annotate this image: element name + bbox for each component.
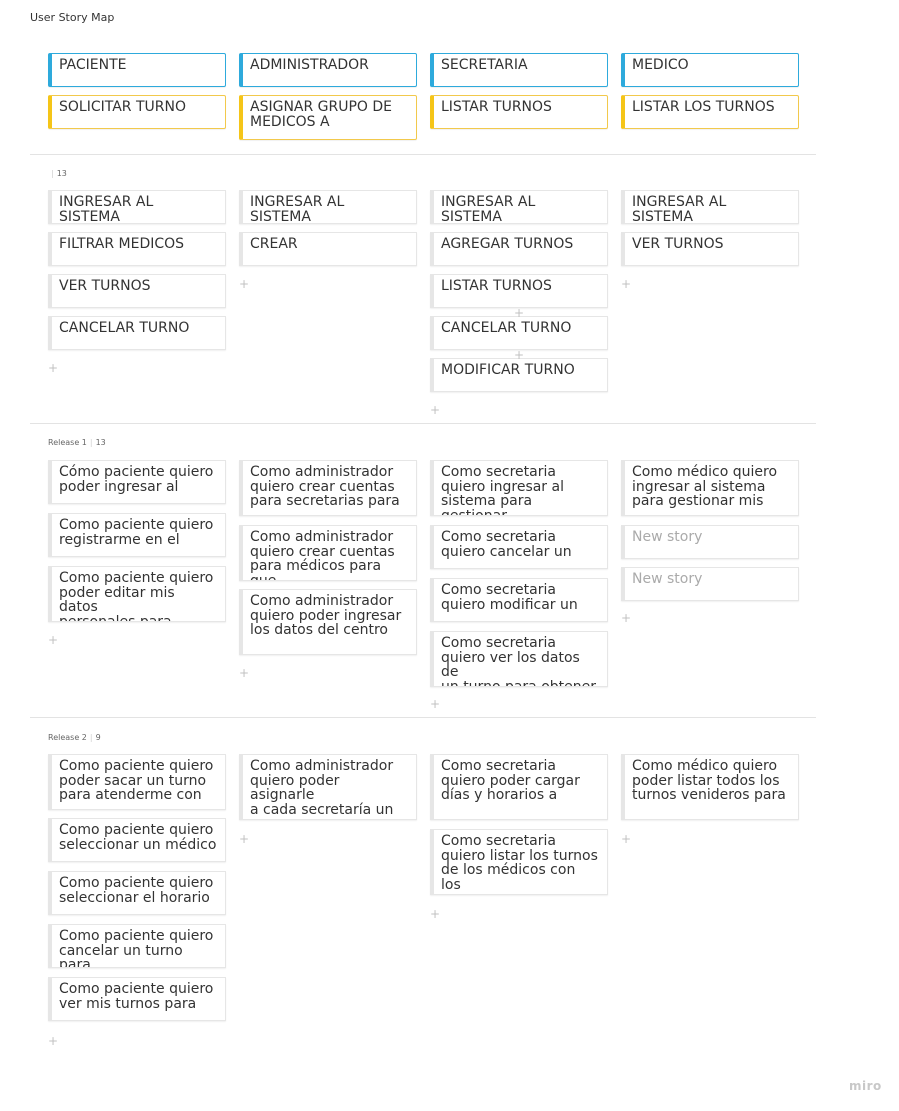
story-card[interactable]: INGRESAR AL SISTEMA — [239, 190, 417, 224]
release-label: Release 1 | 13 — [48, 438, 106, 447]
story-card[interactable]: Como secretaria quiero listar los turnos… — [430, 829, 608, 895]
story-card[interactable]: LISTAR TURNOS — [430, 274, 608, 308]
story-card[interactable]: Como secretaria quiero ver los datos de … — [430, 631, 608, 687]
story-card[interactable]: Como médico quiero poder listar todos lo… — [621, 754, 799, 820]
new-story-card[interactable]: New story — [621, 525, 799, 559]
insert-story-plus-icon[interactable]: + — [514, 307, 524, 319]
story-card[interactable]: INGRESAR AL SISTEMA — [430, 190, 608, 224]
story-card[interactable]: CANCELAR TURNO — [48, 316, 226, 350]
story-card[interactable]: Como médico quiero ingresar al sistema p… — [621, 460, 799, 516]
insert-story-plus-icon[interactable]: + — [514, 349, 524, 361]
add-story-plus-icon[interactable]: + — [430, 908, 440, 920]
release-name: Release 2 — [48, 733, 87, 742]
story-card[interactable]: MODIFICAR TURNO — [430, 358, 608, 392]
release-separator — [30, 423, 816, 424]
release-label: Release 2 | 9 — [48, 733, 101, 742]
add-story-plus-icon[interactable]: + — [239, 278, 249, 290]
board-title: User Story Map — [30, 11, 115, 24]
story-card[interactable]: Cómo paciente quiero poder ingresar al — [48, 460, 226, 504]
new-story-card[interactable]: New story — [621, 567, 799, 601]
release-label: | 13 — [48, 169, 67, 178]
story-card[interactable]: Como administrador quiero crear cuentas … — [239, 525, 417, 581]
story-card[interactable]: Como administrador quiero poder ingresar… — [239, 589, 417, 655]
story-card[interactable]: Como secretaria quiero poder cargar días… — [430, 754, 608, 820]
release-name: Release 1 — [48, 438, 87, 447]
release-divider: | — [89, 438, 93, 447]
story-card[interactable]: Como paciente quiero registrarme en el — [48, 513, 226, 557]
story-card[interactable]: Como secretaria quiero ingresar al siste… — [430, 460, 608, 516]
add-story-plus-icon[interactable]: + — [48, 362, 58, 374]
story-card[interactable]: Como secretaria quiero cancelar un — [430, 525, 608, 569]
story-card[interactable]: INGRESAR AL SISTEMA — [621, 190, 799, 224]
task-card-administrador[interactable]: ASIGNAR GRUPO DE MEDICOS A — [239, 95, 417, 140]
activity-card-administrador[interactable]: ADMINISTRADOR — [239, 53, 417, 87]
release-count: 13 — [95, 438, 106, 447]
task-card-paciente[interactable]: SOLICITAR TURNO — [48, 95, 226, 129]
story-card[interactable]: VER TURNOS — [48, 274, 226, 308]
release-divider: | — [51, 169, 54, 178]
story-card[interactable]: Como paciente quiero cancelar un turno p… — [48, 924, 226, 968]
activity-card-medico[interactable]: MEDICO — [621, 53, 799, 87]
release-count: 13 — [56, 169, 67, 178]
add-story-plus-icon[interactable]: + — [239, 833, 249, 845]
story-card[interactable]: CREAR — [239, 232, 417, 266]
release-separator — [30, 154, 816, 155]
story-card[interactable]: Como paciente quiero poder sacar un turn… — [48, 754, 226, 810]
story-card[interactable]: Como secretaria quiero modificar un — [430, 578, 608, 622]
release-separator — [30, 717, 816, 718]
release-count: 9 — [95, 733, 101, 742]
activity-card-paciente[interactable]: PACIENTE — [48, 53, 226, 87]
add-story-plus-icon[interactable]: + — [621, 612, 631, 624]
task-card-secretaria[interactable]: LISTAR TURNOS — [430, 95, 608, 129]
add-story-plus-icon[interactable]: + — [48, 1035, 58, 1047]
story-card[interactable]: FILTRAR MEDICOS — [48, 232, 226, 266]
miro-logo: miro — [849, 1079, 882, 1093]
add-story-plus-icon[interactable]: + — [621, 278, 631, 290]
release-divider: | — [89, 733, 93, 742]
task-card-medico[interactable]: LISTAR LOS TURNOS — [621, 95, 799, 129]
story-card[interactable]: Como paciente quiero ver mis turnos para — [48, 977, 226, 1021]
story-card[interactable]: INGRESAR AL SISTEMA — [48, 190, 226, 224]
add-story-plus-icon[interactable]: + — [430, 698, 440, 710]
story-card[interactable]: Como administrador quiero poder asignarl… — [239, 754, 417, 820]
story-card[interactable]: Como paciente quiero seleccionar un médi… — [48, 818, 226, 862]
add-story-plus-icon[interactable]: + — [621, 833, 631, 845]
activity-card-secretaria[interactable]: SECRETARIA — [430, 53, 608, 87]
story-card[interactable]: Como paciente quiero poder editar mis da… — [48, 566, 226, 622]
story-card[interactable]: VER TURNOS — [621, 232, 799, 266]
add-story-plus-icon[interactable]: + — [239, 667, 249, 679]
story-card[interactable]: AGREGAR TURNOS — [430, 232, 608, 266]
story-card[interactable]: Como paciente quiero seleccionar el hora… — [48, 871, 226, 915]
add-story-plus-icon[interactable]: + — [430, 404, 440, 416]
story-card[interactable]: Como administrador quiero crear cuentas … — [239, 460, 417, 516]
story-card[interactable]: CANCELAR TURNO — [430, 316, 608, 350]
add-story-plus-icon[interactable]: + — [48, 634, 58, 646]
